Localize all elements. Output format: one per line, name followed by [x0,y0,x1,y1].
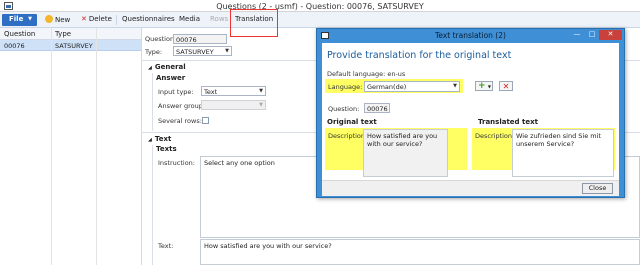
translated-text-heading: Translated text [478,118,538,126]
input-type-select[interactable]: Text ▼ [201,86,266,96]
new-button[interactable]: New [45,14,70,26]
original-text-heading: Original text [327,118,377,126]
row-type: SATSURVEY [55,42,93,50]
input-type-label: Input type: [158,88,194,96]
rows-button[interactable]: Rows [210,14,228,26]
section-rule [152,73,153,131]
several-rows-checkbox[interactable] [202,117,209,124]
column-divider [96,28,97,265]
collapse-icon: ◢ [148,137,152,143]
question-field[interactable]: 00076 [173,34,227,44]
answer-group-label: Answer group: [158,102,206,110]
question-list: Question Type 00076 SATSURVEY [0,28,142,265]
file-label: File [9,15,24,23]
section-rule [152,145,153,265]
table-row[interactable]: 00076 SATSURVEY [0,40,141,51]
dialog-body: Provide translation for the original tex… [322,43,619,196]
add-language-button[interactable]: + ▼ [475,81,493,91]
column-header-question[interactable]: Question [4,30,35,38]
several-rows-label: Several rows: [158,117,202,125]
minimize-icon[interactable]: — [570,30,584,40]
plus-icon: + [478,81,486,91]
delete-label: Delete [88,15,112,23]
column-header-type[interactable]: Type [55,30,71,38]
translation-highlight-box [230,9,278,37]
translated-description-label: Description: [475,132,515,140]
main-title-bar: Questions (2 - usmf) - Question: 00076, … [0,0,640,12]
action-pane: File ▼ New ✕ Delete Questionnaires Media … [0,12,640,28]
file-menu-button[interactable]: File ▼ [2,14,37,26]
questionnaires-button[interactable]: Questionnaires [122,14,175,26]
row-question: 00076 [4,42,25,50]
chevron-down-icon: ▼ [259,102,263,108]
new-icon [45,15,53,23]
original-description-label: Description: [328,132,368,140]
maximize-icon[interactable]: □ [585,30,599,40]
default-language-label: Default language: en-us [327,70,406,78]
window-title: Questions (2 - usmf) - Question: 00076, … [216,2,424,11]
list-header: Question Type [0,28,141,40]
delete-icon: ✕ [81,15,87,23]
type-select[interactable]: SATSURVEY ▼ [173,46,232,56]
collapse-icon: ◢ [148,65,152,71]
dialog-footer: Close [322,180,619,196]
general-section-title: General [154,63,186,71]
chevron-down-icon: ▼ [225,48,229,54]
close-button[interactable]: Close [582,183,613,194]
delete-button[interactable]: ✕ Delete [81,14,112,26]
chevron-down-icon: ▼ [28,16,32,22]
language-value: German(de) [367,83,407,91]
answer-group-title: Answer [156,74,186,82]
column-divider [51,28,52,265]
dialog-question-label: Question: [328,105,360,113]
answer-group-select[interactable]: ▼ [201,100,266,110]
text-textarea[interactable]: How satisfied are you with our service? [200,239,640,265]
text-label: Text: [158,242,174,250]
type-value: SATSURVEY [176,48,214,56]
text-translation-dialog: Text translation (2) — □ ✕ Provide trans… [316,28,625,198]
input-type-value: Text [204,88,218,96]
general-section-header[interactable]: ◢ General [148,63,186,71]
text-section-header[interactable]: ◢ Text [148,135,171,143]
type-label: Type: [145,48,163,56]
original-description-textarea: How satisfied are you with our service? [363,129,448,177]
question-label: Question: [145,35,177,43]
remove-language-button[interactable]: ✕ [499,81,513,91]
toolbar-divider [116,15,117,25]
text-section-title: Text [154,135,172,143]
chevron-down-icon: ▼ [453,83,457,89]
instruction-label: Instruction: [158,159,195,167]
language-select[interactable]: German(de) ▼ [364,81,460,92]
texts-group-title: Texts [156,145,177,153]
dialog-question-field: 00076 [364,103,390,113]
chevron-down-icon: ▼ [487,84,491,89]
translated-description-textarea[interactable]: Wie zufrieden sind Sie mit unserem Servi… [512,129,614,177]
delete-icon: ✕ [502,82,510,91]
media-button[interactable]: Media [179,14,200,26]
close-window-icon[interactable]: ✕ [599,30,622,40]
new-label: New [55,16,71,24]
dialog-heading: Provide translation for the original tex… [327,50,512,61]
language-label: Language: [328,83,363,91]
chevron-down-icon: ▼ [259,88,263,94]
